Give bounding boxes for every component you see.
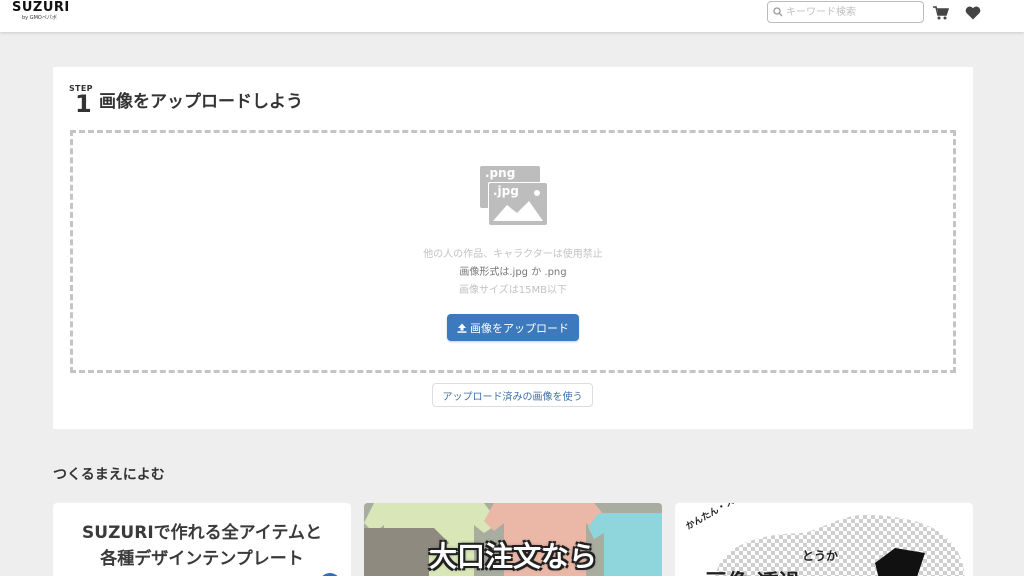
step-number: 1 bbox=[75, 90, 92, 118]
banner-ruby: とうか bbox=[802, 549, 839, 563]
heart-icon[interactable] bbox=[965, 5, 981, 24]
upload-image-button[interactable]: 画像をアップロード bbox=[447, 314, 579, 341]
banner-line-1: SUZURIで作れる全アイテムと bbox=[82, 523, 322, 543]
search-box[interactable] bbox=[767, 1, 924, 23]
search-icon bbox=[773, 7, 783, 17]
logo-subtext: by GMOペパボ bbox=[22, 15, 57, 21]
size-notice: 画像サイズは15MB以下 bbox=[459, 285, 567, 296]
jpg-label: .jpg bbox=[493, 184, 519, 198]
upload-button-label: 画像をアップロード bbox=[470, 321, 569, 335]
logo-text: SUZURI bbox=[12, 0, 70, 15]
usage-notice: 他の人の作品、キャラクターは使用禁止 bbox=[423, 249, 603, 260]
image-dropzone[interactable]: .png .jpg 他の人の作品、キャラクターは使用禁止 画像形式は.jpg か… bbox=[70, 130, 956, 373]
suzuri-logo[interactable]: SUZURI by GMOペパボ bbox=[12, 0, 70, 22]
png-label: .png bbox=[485, 166, 515, 180]
banner-transparent-image[interactable]: かんたん・スケスケ!! とうか 画像 透過 bbox=[675, 503, 973, 576]
top-header: SUZURI by GMOペパボ bbox=[0, 0, 1024, 32]
cart-icon[interactable] bbox=[933, 5, 950, 24]
banner-bulk-order[interactable]: 大口注文なら bbox=[364, 503, 662, 576]
banner-title: 画像 透過 bbox=[705, 565, 801, 576]
guide-section-title: つくるまえによむ bbox=[53, 467, 165, 483]
upload-step-card: STEP 1 画像をアップロードしよう .png .jpg 他の人の作品、キャラ… bbox=[53, 67, 973, 429]
banner-line-2: 各種デザインテンプレート bbox=[100, 549, 304, 569]
step-title: 画像をアップロードしよう bbox=[99, 92, 303, 112]
image-file-icon: .png .jpg bbox=[479, 163, 551, 231]
upload-icon bbox=[457, 323, 467, 333]
bulk-order-text: 大口注文なら bbox=[428, 540, 597, 573]
format-notice: 画像形式は.jpg か .png bbox=[459, 267, 567, 278]
banner-items-templates[interactable]: SUZURIで作れる全アイテムと 各種デザインテンプレート bbox=[53, 503, 351, 576]
search-input[interactable] bbox=[786, 4, 916, 20]
use-uploaded-images-button[interactable]: アップロード済みの画像を使う bbox=[432, 383, 593, 407]
